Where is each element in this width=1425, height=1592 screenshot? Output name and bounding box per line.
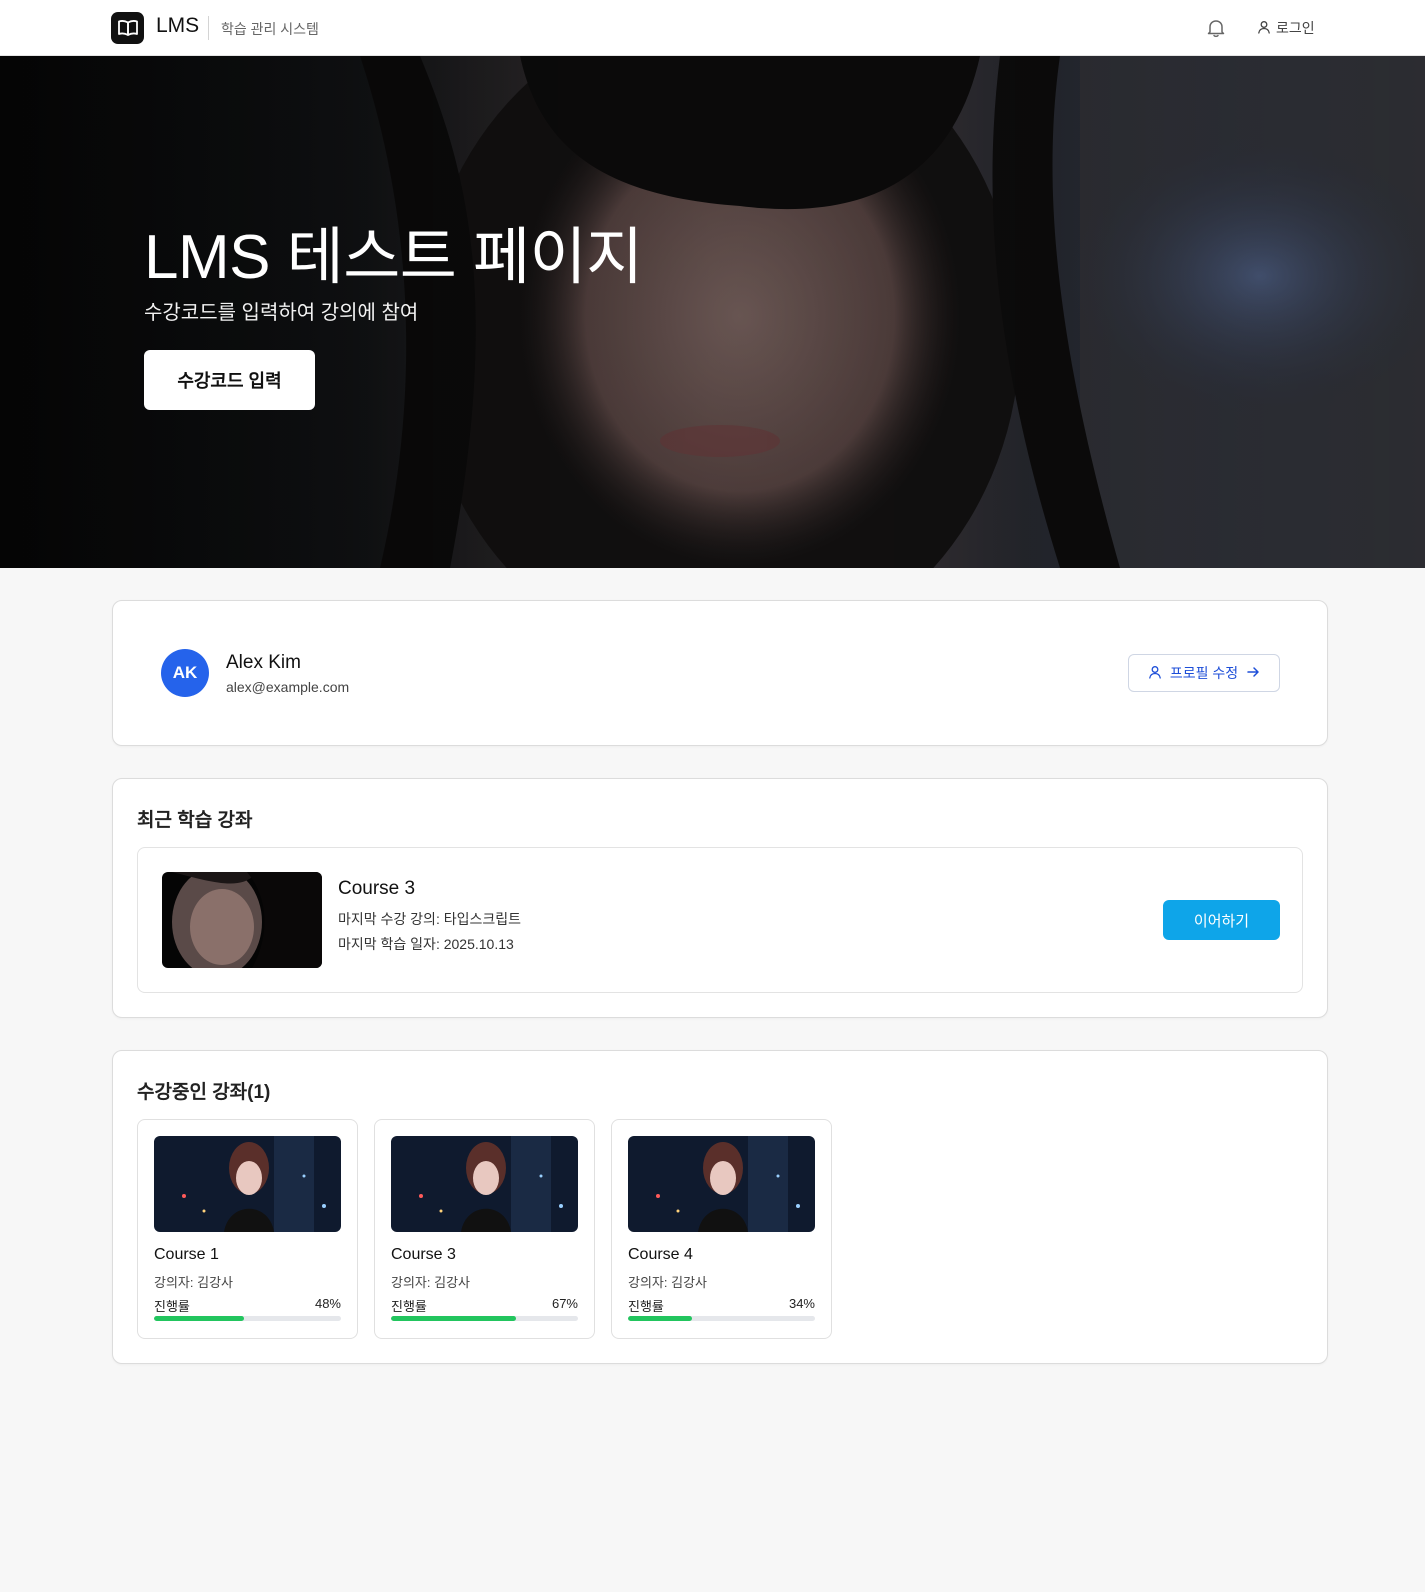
user-icon xyxy=(1148,665,1162,682)
course-instructor: 강의자: 김강사 xyxy=(391,1275,470,1290)
continue-button[interactable]: 이어하기 xyxy=(1163,900,1280,940)
progress-value: 34% xyxy=(788,1296,815,1311)
progress-label: 진행률 xyxy=(628,1299,664,1314)
recent-course-name: Course 3 xyxy=(338,878,416,899)
user-icon xyxy=(1257,20,1271,37)
app-subtitle: 학습 관리 시스템 xyxy=(221,21,319,37)
hero-banner: LMS 테스트 페이지 수강코드를 입력하여 강의에 참여 수강코드 입력 xyxy=(0,56,1425,568)
recent-section-title: 최근 학습 강좌 xyxy=(137,810,253,831)
course-card[interactable]: Course 1 강의자: 김강사 진행률 48% xyxy=(137,1119,358,1339)
arrow-right-icon xyxy=(1246,665,1260,682)
progress-bar xyxy=(391,1316,578,1321)
recent-course-card: 최근 학습 강좌 Course 3 마지막 수강 강의: 타입스크립트 마지막 … xyxy=(112,778,1328,1018)
recent-last-lecture: 마지막 수강 강의: 타입스크립트 xyxy=(338,911,521,927)
bell-icon[interactable] xyxy=(1205,17,1227,39)
course-card[interactable]: Course 3 강의자: 김강사 진행률 67% xyxy=(374,1119,595,1339)
progress-bar xyxy=(154,1316,341,1321)
progress-label: 진행률 xyxy=(391,1299,427,1314)
book-icon[interactable] xyxy=(111,12,144,44)
recent-course-thumbnail[interactable] xyxy=(162,872,322,968)
progress-value: 48% xyxy=(314,1296,341,1311)
recent-last-date: 마지막 학습 일자: 2025.10.13 xyxy=(338,936,514,952)
course-name: Course 1 xyxy=(154,1246,219,1263)
profile-name: Alex Kim xyxy=(226,652,301,673)
enrolled-section-title: 수강중인 강좌(1) xyxy=(137,1082,271,1103)
course-instructor: 강의자: 김강사 xyxy=(628,1275,707,1290)
course-name: Course 4 xyxy=(628,1246,693,1263)
progress-label: 진행률 xyxy=(154,1299,190,1314)
hero-title: LMS 테스트 페이지 xyxy=(144,223,643,292)
edit-profile-button[interactable]: 프로필 수정 xyxy=(1128,654,1280,692)
avatar: AK xyxy=(161,649,209,697)
progress-value: 67% xyxy=(551,1296,578,1311)
progress-fill xyxy=(154,1316,244,1321)
progress-bar xyxy=(628,1316,815,1321)
enter-course-code-button[interactable]: 수강코드 입력 xyxy=(144,350,315,410)
hero-subtitle: 수강코드를 입력하여 강의에 참여 xyxy=(144,302,419,324)
course-thumbnail xyxy=(628,1136,815,1232)
top-header: LMS 학습 관리 시스템 로그인 xyxy=(0,0,1425,56)
progress-fill xyxy=(628,1316,692,1321)
login-label: 로그인 xyxy=(1276,20,1315,36)
recent-course-item: Course 3 마지막 수강 강의: 타입스크립트 마지막 학습 일자: 20… xyxy=(137,847,1303,993)
app-logo-text[interactable]: LMS xyxy=(156,14,199,38)
course-name: Course 3 xyxy=(391,1246,456,1263)
course-instructor: 강의자: 김강사 xyxy=(154,1275,233,1290)
edit-profile-label: 프로필 수정 xyxy=(1169,665,1239,681)
enrolled-courses-card: 수강중인 강좌(1) Course 1 강의자: 김강사 진행률 48% Cou… xyxy=(112,1050,1328,1364)
login-button[interactable]: 로그인 xyxy=(1257,16,1315,40)
profile-email: alex@example.com xyxy=(226,679,350,695)
course-card[interactable]: Course 4 강의자: 김강사 진행률 34% xyxy=(611,1119,832,1339)
progress-fill xyxy=(391,1316,517,1321)
header-divider xyxy=(208,16,209,40)
course-thumbnail xyxy=(154,1136,341,1232)
profile-card: AK Alex Kim alex@example.com 프로필 수정 xyxy=(112,600,1328,746)
course-thumbnail xyxy=(391,1136,578,1232)
